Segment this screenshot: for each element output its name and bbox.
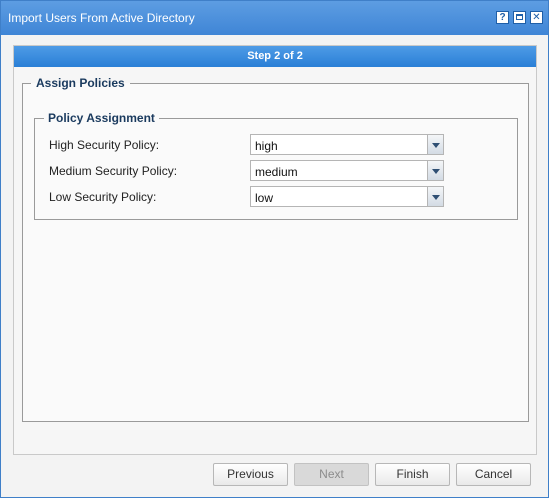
step-indicator: Step 2 of 2 <box>14 46 536 67</box>
medium-security-label: Medium Security Policy: <box>49 164 178 178</box>
policy-assignment-legend: Policy Assignment <box>48 111 155 125</box>
chevron-down-icon[interactable] <box>427 135 443 154</box>
close-icon: ✕ <box>532 12 541 23</box>
high-security-value: high <box>255 139 278 153</box>
chevron-down-icon[interactable] <box>427 187 443 206</box>
assign-policies-legend: Assign Policies <box>36 76 125 90</box>
low-security-label: Low Security Policy: <box>49 190 157 204</box>
medium-security-policy-select[interactable]: medium <box>250 160 444 181</box>
finish-button[interactable]: Finish <box>375 463 450 486</box>
medium-security-value: medium <box>255 165 298 179</box>
import-users-dialog: Import Users From Active Directory ? ✕ S… <box>0 0 549 498</box>
next-button[interactable]: Next <box>294 463 369 486</box>
low-security-value: low <box>255 191 274 205</box>
cancel-button[interactable]: Cancel <box>456 463 531 486</box>
wizard-panel: Step 2 of 2 Assign Policies Policy Assig… <box>13 45 537 455</box>
high-security-label: High Security Policy: <box>49 138 160 152</box>
high-security-policy-select[interactable]: high <box>250 134 444 155</box>
help-icon: ? <box>499 12 506 23</box>
previous-button[interactable]: Previous <box>213 463 288 486</box>
chevron-down-icon[interactable] <box>427 161 443 180</box>
maximize-button[interactable] <box>513 11 526 24</box>
title-bar[interactable]: Import Users From Active Directory ? ✕ <box>1 1 548 35</box>
low-security-policy-select[interactable]: low <box>250 186 444 207</box>
dialog-title: Import Users From Active Directory <box>8 11 195 25</box>
assign-policies-group: Assign Policies Policy Assignment High S… <box>22 76 529 422</box>
maximize-icon <box>516 14 523 20</box>
policy-assignment-group: Policy Assignment High Security Policy: … <box>34 111 518 220</box>
close-button[interactable]: ✕ <box>530 11 543 24</box>
help-button[interactable]: ? <box>496 11 509 24</box>
